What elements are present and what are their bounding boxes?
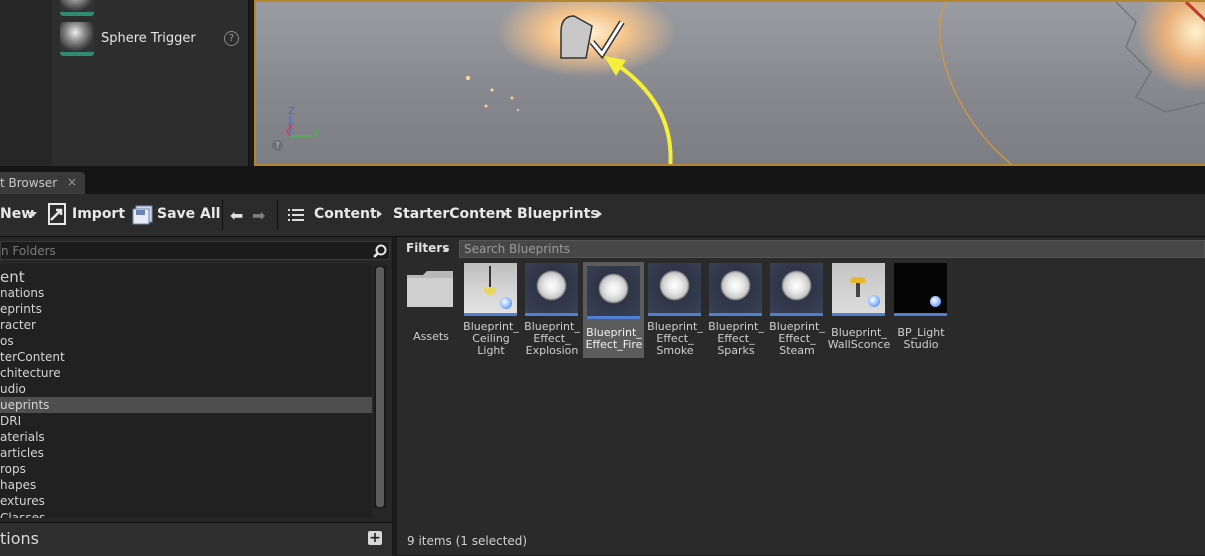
folder-tree-item[interactable]: rops bbox=[0, 461, 372, 477]
folder-icon bbox=[407, 271, 453, 307]
asset-tile[interactable]: BP_Light Studio bbox=[893, 263, 949, 351]
modes-category-strip bbox=[0, 0, 52, 166]
asset-name: Blueprint_ Effect_Fire bbox=[585, 326, 643, 351]
highlight-arrow bbox=[614, 62, 673, 164]
sphere-thumbnail bbox=[648, 263, 701, 316]
path-picker-icon[interactable] bbox=[288, 207, 304, 221]
chevron-down-icon bbox=[443, 248, 449, 252]
folder-tree-item[interactable]: terContent bbox=[0, 349, 372, 365]
import-button[interactable]: Import bbox=[47, 198, 125, 230]
save-all-label: Save All bbox=[157, 206, 221, 222]
forward-arrow-icon[interactable]: ➡ bbox=[252, 206, 265, 225]
sphere-thumbnail bbox=[525, 263, 578, 316]
folder-search-input[interactable]: n Folders bbox=[0, 241, 390, 260]
collections-header[interactable] bbox=[0, 522, 392, 556]
axis-x-label: X bbox=[287, 122, 294, 133]
add-collection-icon[interactable]: + bbox=[368, 531, 382, 545]
search-placeholder: Search Blueprints bbox=[464, 242, 571, 256]
search-blueprints-input[interactable]: Search Blueprints bbox=[459, 240, 1205, 258]
sphere-thumbnail bbox=[770, 263, 823, 316]
asset-tile-folder[interactable]: Assets bbox=[403, 263, 459, 343]
save-icon bbox=[132, 205, 153, 225]
search-icon bbox=[373, 244, 387, 258]
ceiling-light-thumbnail bbox=[464, 263, 517, 316]
import-icon bbox=[48, 203, 66, 225]
sphere-thumbnail bbox=[587, 266, 640, 319]
folder-tree-item[interactable]: racter bbox=[0, 317, 372, 333]
breadcrumb-content[interactable]: Content bbox=[314, 206, 377, 222]
folder-tree-item[interactable]: udio bbox=[0, 381, 372, 397]
folder-tree-item[interactable]: chitecture bbox=[0, 365, 372, 381]
filters-button[interactable]: Filters bbox=[402, 240, 454, 258]
asset-name: Blueprint_ Effect_ Explosion bbox=[524, 320, 580, 357]
save-all-button[interactable]: Save All bbox=[132, 198, 220, 230]
help-icon[interactable]: ? bbox=[224, 31, 239, 46]
steam-effect-glow bbox=[1136, 2, 1205, 92]
tab-strip bbox=[0, 172, 1205, 194]
scrollbar-thumb[interactable] bbox=[376, 267, 384, 507]
collections-label: tions bbox=[0, 529, 39, 548]
folder-tree-item[interactable]: Classes bbox=[0, 510, 372, 518]
folder-tree-item[interactable]: nations bbox=[0, 285, 372, 301]
chevron-right-icon[interactable] bbox=[502, 210, 507, 218]
asset-name: Blueprint_ Ceiling Light bbox=[463, 320, 519, 357]
asset-name: BP_Light Studio bbox=[897, 326, 945, 351]
chevron-right-icon[interactable] bbox=[597, 210, 602, 218]
breadcrumb-blueprints[interactable]: Blueprints bbox=[517, 206, 599, 222]
axis-z-label: Z bbox=[288, 106, 295, 117]
folder-tree-item-selected[interactable]: ueprints bbox=[0, 397, 372, 413]
mode-item-previous[interactable] bbox=[58, 0, 248, 18]
folder-tree-item[interactable]: os bbox=[0, 333, 372, 349]
folder-search-placeholder: n Folders bbox=[1, 244, 56, 258]
mode-item-sphere-trigger[interactable]: Sphere Trigger ? bbox=[58, 20, 248, 58]
toolbar-separator bbox=[277, 200, 278, 230]
sphere-thumbnail bbox=[709, 263, 762, 316]
folder-tree-item[interactable]: hapes bbox=[0, 477, 372, 493]
axis-y-label: Y bbox=[313, 129, 320, 140]
wall-sconce-thumbnail bbox=[832, 263, 885, 316]
tab-label: t Browser bbox=[0, 176, 58, 190]
asset-tile[interactable]: Blueprint_ Effect_ Steam bbox=[769, 263, 825, 357]
folder-tree-item[interactable]: extures bbox=[0, 493, 372, 509]
asset-name: Blueprint_ Effect_ Steam bbox=[769, 320, 825, 357]
breadcrumb-starter-content[interactable]: StarterContent bbox=[393, 206, 512, 222]
trigger-thumbnail bbox=[60, 0, 94, 16]
add-new-button[interactable]: New bbox=[0, 198, 42, 230]
asset-tile[interactable]: Blueprint_ Effect_ Sparks bbox=[708, 263, 764, 357]
toolbar-separator bbox=[222, 200, 223, 230]
level-viewport[interactable]: Z X Y ? bbox=[254, 0, 1205, 166]
import-label: Import bbox=[72, 206, 126, 222]
sphere-trigger-thumbnail bbox=[60, 22, 94, 56]
mode-item-label: Sphere Trigger bbox=[101, 31, 196, 46]
folder-tree-item[interactable]: ent bbox=[0, 267, 372, 287]
close-icon[interactable]: × bbox=[67, 175, 77, 189]
asset-tile[interactable]: Blueprint_ Ceiling Light bbox=[463, 263, 519, 357]
folder-tree-item[interactable]: eprints bbox=[0, 301, 372, 317]
folder-tree: ent nations eprints racter os terContent… bbox=[0, 264, 372, 518]
folder-tree-item[interactable]: DRI bbox=[0, 413, 372, 429]
asset-tile[interactable]: Blueprint_ WallSconce bbox=[828, 263, 890, 351]
viewport-help-icon[interactable]: ? bbox=[272, 140, 283, 151]
folder-tree-item[interactable]: articles bbox=[0, 445, 372, 461]
asset-tile[interactable]: Blueprint_ Effect_ Explosion bbox=[524, 263, 580, 357]
back-arrow-icon[interactable]: ⬅ bbox=[230, 206, 243, 225]
asset-name: Blueprint_ WallSconce bbox=[827, 326, 891, 351]
folder-tree-item[interactable]: aterials bbox=[0, 429, 372, 445]
asset-name: Blueprint_ Effect_ Sparks bbox=[708, 320, 764, 357]
light-studio-thumbnail bbox=[894, 263, 947, 316]
chevron-right-icon[interactable] bbox=[377, 210, 382, 218]
asset-name: Blueprint_ Effect_ Smoke bbox=[647, 320, 703, 357]
asset-tile[interactable]: Blueprint_ Effect_ Smoke bbox=[647, 263, 703, 357]
asset-tile-selected[interactable]: Blueprint_ Effect_Fire bbox=[586, 263, 642, 351]
asset-count-status: 9 items (1 selected) bbox=[407, 534, 528, 548]
chevron-down-icon bbox=[29, 212, 37, 217]
